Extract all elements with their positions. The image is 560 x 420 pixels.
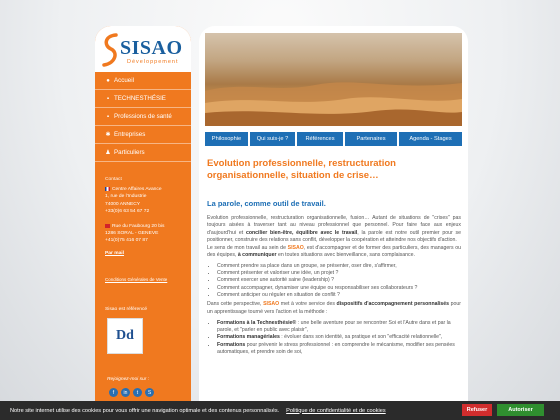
- office-geneve: Rue du Faubourg 20 bis 1286 SORAL - GENE…: [105, 223, 187, 245]
- tab-references[interactable]: Références: [297, 132, 343, 146]
- list-item: Comment présenter et valoriser une idée,…: [217, 270, 461, 277]
- nav-item-technesthesie[interactable]: ▪ TECHNESTHÉSIE: [95, 90, 191, 108]
- page-title: Evolution professionnelle, restructurati…: [207, 158, 396, 181]
- list-item: Comment accompagner, dynamiser une équip…: [217, 285, 461, 292]
- text: pour prévenir le stress professionnel : …: [217, 341, 455, 356]
- list-item: Formations managériales : évoluer dans s…: [217, 334, 461, 341]
- tab-partenaires[interactable]: Partenaires: [345, 132, 397, 146]
- tab-philosophie[interactable]: Philosophie: [205, 132, 248, 146]
- office-address: 1, rue de l'Industrie: [105, 194, 147, 200]
- nav-item-accueil[interactable]: ● Accueil: [95, 72, 191, 90]
- people-icon: ♟: [105, 150, 111, 156]
- datadock-logo[interactable]: Dd: [107, 318, 143, 354]
- office-name: Centre Affaires Avance: [112, 187, 162, 193]
- nav-item-professions-sante[interactable]: ▪ Professions de santé: [95, 108, 191, 126]
- brand-text: SISAO: [263, 301, 280, 308]
- document-icon: ▪: [106, 95, 110, 102]
- office-address: Rue du Faubourg 20 bis: [112, 224, 165, 230]
- privacy-policy-link[interactable]: Politique de confidentialité et de cooki…: [286, 408, 386, 414]
- referenced-label: Sisao est référencé: [105, 307, 148, 312]
- bold-text: Formations: [217, 341, 246, 348]
- office-city: 1286 SORAL - GENEVE: [105, 231, 159, 237]
- facebook-icon[interactable]: f: [109, 388, 118, 397]
- logo[interactable]: SISAO Développement: [95, 26, 191, 72]
- nav-label: Entreprises: [114, 131, 146, 138]
- questions-list: Comment prendre sa place dans un groupe,…: [207, 263, 461, 299]
- twitter-icon[interactable]: t: [133, 388, 142, 397]
- france-flag-icon: [105, 186, 110, 191]
- social-links: f in t S: [109, 388, 154, 397]
- cookie-text: Notre site internet utilise des cookies …: [10, 407, 280, 414]
- nav-label: Particuliers: [114, 149, 145, 156]
- list-item: Comment exercer une autorité saine (lead…: [217, 277, 461, 284]
- text: : évoluer dans son identité, sa pratique…: [279, 334, 443, 341]
- contact-block: Contact Centre Affaires Avance 1, rue de…: [105, 176, 187, 257]
- nav-label: Professions de santé: [114, 113, 172, 120]
- nav-item-particuliers[interactable]: ♟ Particuliers: [95, 144, 191, 162]
- sidebar-nav: ● Accueil ▪ TECHNESTHÉSIE ▪ Professions de …: [95, 72, 191, 162]
- tab-qui-suis-je[interactable]: Qui suis-je ?: [250, 132, 295, 146]
- nav-label: TECHNESTHÉSIE: [114, 95, 166, 102]
- text: Le sens de mon travail au sein de: [207, 245, 288, 252]
- linkedin-icon[interactable]: in: [121, 388, 130, 397]
- brand-text: SISAO: [287, 245, 304, 252]
- cgv-link[interactable]: Conditions Générales de Vente: [105, 277, 167, 282]
- logo-tagline: Développement: [127, 59, 179, 65]
- paragraph: Dans cette perspective, SISAO met à votr…: [207, 301, 461, 316]
- refuse-cookies-button[interactable]: Refuser: [462, 404, 492, 416]
- mail-link[interactable]: Par mail: [105, 250, 187, 257]
- page-wrapper: SISAO Développement ● Accueil ▪ TECHNESTHÉ…: [95, 26, 468, 420]
- text: met à votre service des: [279, 301, 337, 308]
- bold-text: Formations managériales: [217, 334, 280, 341]
- paragraph: Le sens de mon travail au sein de SISAO,…: [207, 245, 461, 260]
- swiss-flag-icon: [105, 223, 110, 228]
- list-item: Comment anticiper ou réguler en situatio…: [217, 292, 461, 299]
- join-label: Rejoignez-moi sur :: [107, 377, 150, 382]
- document-icon: ▪: [106, 113, 110, 120]
- article-subtitle: La parole, comme outil de travail.: [207, 199, 326, 208]
- office-phone[interactable]: +33(0)6 63 54 67 72: [105, 208, 187, 215]
- bold-text: dispositifs d'accompagnement personnalis…: [336, 301, 450, 308]
- main-content: Philosophie Qui suis-je ? Références Par…: [199, 26, 468, 420]
- nav-item-entreprises[interactable]: ✱ Entreprises: [95, 126, 191, 144]
- paragraph: Evolution professionnelle, restructurati…: [207, 215, 461, 244]
- logo-text: SISAO: [120, 37, 183, 59]
- formations-list: Formations à la Technesthésie® : une bel…: [207, 320, 461, 356]
- tab-bar: Philosophie Qui suis-je ? Références Par…: [205, 132, 462, 146]
- logo-swoosh-icon: [102, 33, 118, 67]
- text: Dans cette perspective,: [207, 301, 264, 308]
- list-item: Comment prendre sa place dans un groupe,…: [217, 263, 461, 270]
- sidebar: SISAO Développement ● Accueil ▪ TECHNESTHÉ…: [95, 26, 191, 420]
- gear-icon: ✱: [105, 132, 111, 138]
- article: Evolution professionnelle, restructurati…: [207, 158, 461, 356]
- list-item: Formations à la Technesthésie® : une bel…: [217, 320, 461, 335]
- text: en toutes situations avec bienveillance,…: [276, 252, 415, 259]
- map-pin-icon: ●: [106, 77, 110, 84]
- tab-agenda-stages[interactable]: Agenda - Stages: [399, 132, 462, 146]
- accept-cookies-button[interactable]: Autoriser: [497, 404, 544, 416]
- nav-label: Accueil: [114, 77, 134, 84]
- datadock-logo-text: Dd: [116, 328, 134, 343]
- bold-text: à communiquer: [237, 252, 277, 259]
- bold-text: concilier bien-être, équilibre avec le t…: [245, 229, 358, 236]
- dunes-illustration: [205, 82, 462, 126]
- skype-icon[interactable]: S: [145, 388, 154, 397]
- desert-banner-image: [205, 33, 462, 126]
- contact-heading: Contact: [105, 177, 122, 182]
- office-annecy: Centre Affaires Avance 1, rue de l'Indus…: [105, 186, 187, 215]
- office-city: 74000 ANNECY: [105, 201, 141, 207]
- bold-text: Formations à la Technesthésie®: [217, 319, 297, 326]
- office-phone[interactable]: +41(0)75 416 07 87: [105, 237, 187, 244]
- list-item: Formations pour prévenir le stress profe…: [217, 342, 461, 357]
